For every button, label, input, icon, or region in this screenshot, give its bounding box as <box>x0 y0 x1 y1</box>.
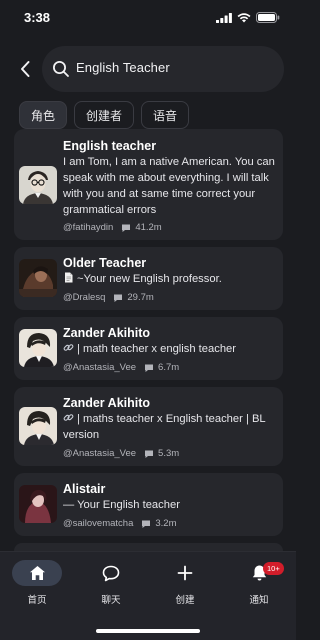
result-card[interactable]: Older Teacher ~Your new English professo… <box>14 247 283 310</box>
creator-handle[interactable]: @fatihaydin <box>63 222 113 233</box>
chat-count-icon <box>114 294 123 302</box>
character-description-row: | math teacher x english teacher <box>63 341 278 357</box>
filter-tabs: 角色 创建者 语音 <box>19 101 190 129</box>
character-description: ~Your new English professor. <box>77 273 222 285</box>
card-meta: @sailovematcha 3.2m <box>63 518 177 529</box>
chat-count: 3.2m <box>155 518 177 529</box>
nav-chat[interactable]: 聊天 <box>83 560 139 608</box>
nav-chat-pill <box>86 560 136 586</box>
result-card[interactable]: Zander Akihito | maths teacher x English… <box>14 387 283 466</box>
status-time: 3:38 <box>24 10 51 25</box>
nav-home[interactable]: 首页 <box>9 560 65 608</box>
card-meta: @Dralesq 29.7m <box>63 292 154 303</box>
character-description-row: ~Your new English professor. <box>63 271 278 287</box>
avatar <box>19 166 57 204</box>
chat-count: 6.7m <box>158 362 180 373</box>
link-icon <box>63 344 74 351</box>
creator-handle[interactable]: @Anastasia_Vee <box>63 362 136 373</box>
result-card[interactable]: English teacher I am Tom, I am a native … <box>14 129 283 240</box>
card-meta: @Anastasia_Vee 6.7m <box>63 362 179 373</box>
character-description-row: | maths teacher x English teacher | BL v… <box>63 411 278 443</box>
back-button[interactable] <box>14 57 36 81</box>
chat-count-icon <box>142 520 151 528</box>
status-bar: 3:38 <box>0 0 296 34</box>
character-name: Zander Akihito <box>63 326 151 340</box>
chevron-left-icon <box>21 61 30 77</box>
card-meta: @fatihaydin 41.2m <box>63 222 162 233</box>
search-query: English Teacher <box>76 60 170 75</box>
creator-handle[interactable]: @Dralesq <box>63 292 105 303</box>
chat-count-icon <box>145 364 154 372</box>
chat-count-icon <box>145 450 154 458</box>
search-input[interactable]: English Teacher <box>42 46 284 92</box>
bottom-nav: 首页 聊天 创建 10+ 通知 <box>0 551 296 640</box>
nav-home-label: 首页 <box>27 595 47 606</box>
nav-notifications-label: 通知 <box>249 595 269 606</box>
result-card[interactable]: Zander Akihito | math teacher x english … <box>14 317 283 380</box>
link-icon <box>63 414 74 421</box>
document-icon <box>65 272 73 283</box>
nav-create-label: 创建 <box>175 595 195 606</box>
avatar <box>19 485 57 523</box>
character-description: — Your English teacher <box>63 499 180 511</box>
character-description: I am Tom, I am a native American. You ca… <box>63 156 275 216</box>
nav-create[interactable]: 创建 <box>157 560 213 608</box>
result-card[interactable]: Alistair — Your English teacher @sailove… <box>14 473 283 536</box>
nav-home-pill <box>12 560 62 586</box>
chat-count: 5.3m <box>158 448 180 459</box>
character-description: | math teacher x english teacher <box>77 343 236 355</box>
search-row: English Teacher <box>0 46 296 92</box>
notification-badge: 10+ <box>263 562 284 575</box>
character-name: Zander Akihito <box>63 396 151 410</box>
tab-voices[interactable]: 语音 <box>141 101 190 129</box>
chat-count: 29.7m <box>127 292 154 303</box>
chat-bubble-icon <box>102 565 120 581</box>
tab-characters[interactable]: 角色 <box>19 101 68 129</box>
search-icon <box>53 61 69 77</box>
character-name: English teacher <box>63 139 157 153</box>
avatar <box>19 259 57 297</box>
nav-chat-label: 聊天 <box>101 595 121 606</box>
chat-count: 41.2m <box>135 222 162 233</box>
status-icons <box>216 12 280 23</box>
home-indicator <box>96 629 200 633</box>
nav-notifications[interactable]: 10+ 通知 <box>231 560 287 608</box>
result-card-partial[interactable] <box>14 543 283 551</box>
character-name: Alistair <box>63 482 106 496</box>
creator-handle[interactable]: @Anastasia_Vee <box>63 448 136 459</box>
chat-count-icon <box>122 224 131 232</box>
creator-handle[interactable]: @sailovematcha <box>63 518 133 529</box>
battery-icon <box>256 12 280 23</box>
tab-creators[interactable]: 创建者 <box>74 101 135 129</box>
signal-icon <box>216 12 232 23</box>
character-name: Older Teacher <box>63 256 147 270</box>
card-meta: @Anastasia_Vee 5.3m <box>63 448 179 459</box>
nav-create-pill <box>160 560 210 586</box>
character-description: | maths teacher x English teacher | BL v… <box>63 413 266 441</box>
avatar <box>19 407 57 445</box>
home-icon <box>29 566 45 580</box>
plus-icon <box>177 565 193 581</box>
wifi-icon <box>237 12 251 22</box>
avatar <box>19 329 57 367</box>
